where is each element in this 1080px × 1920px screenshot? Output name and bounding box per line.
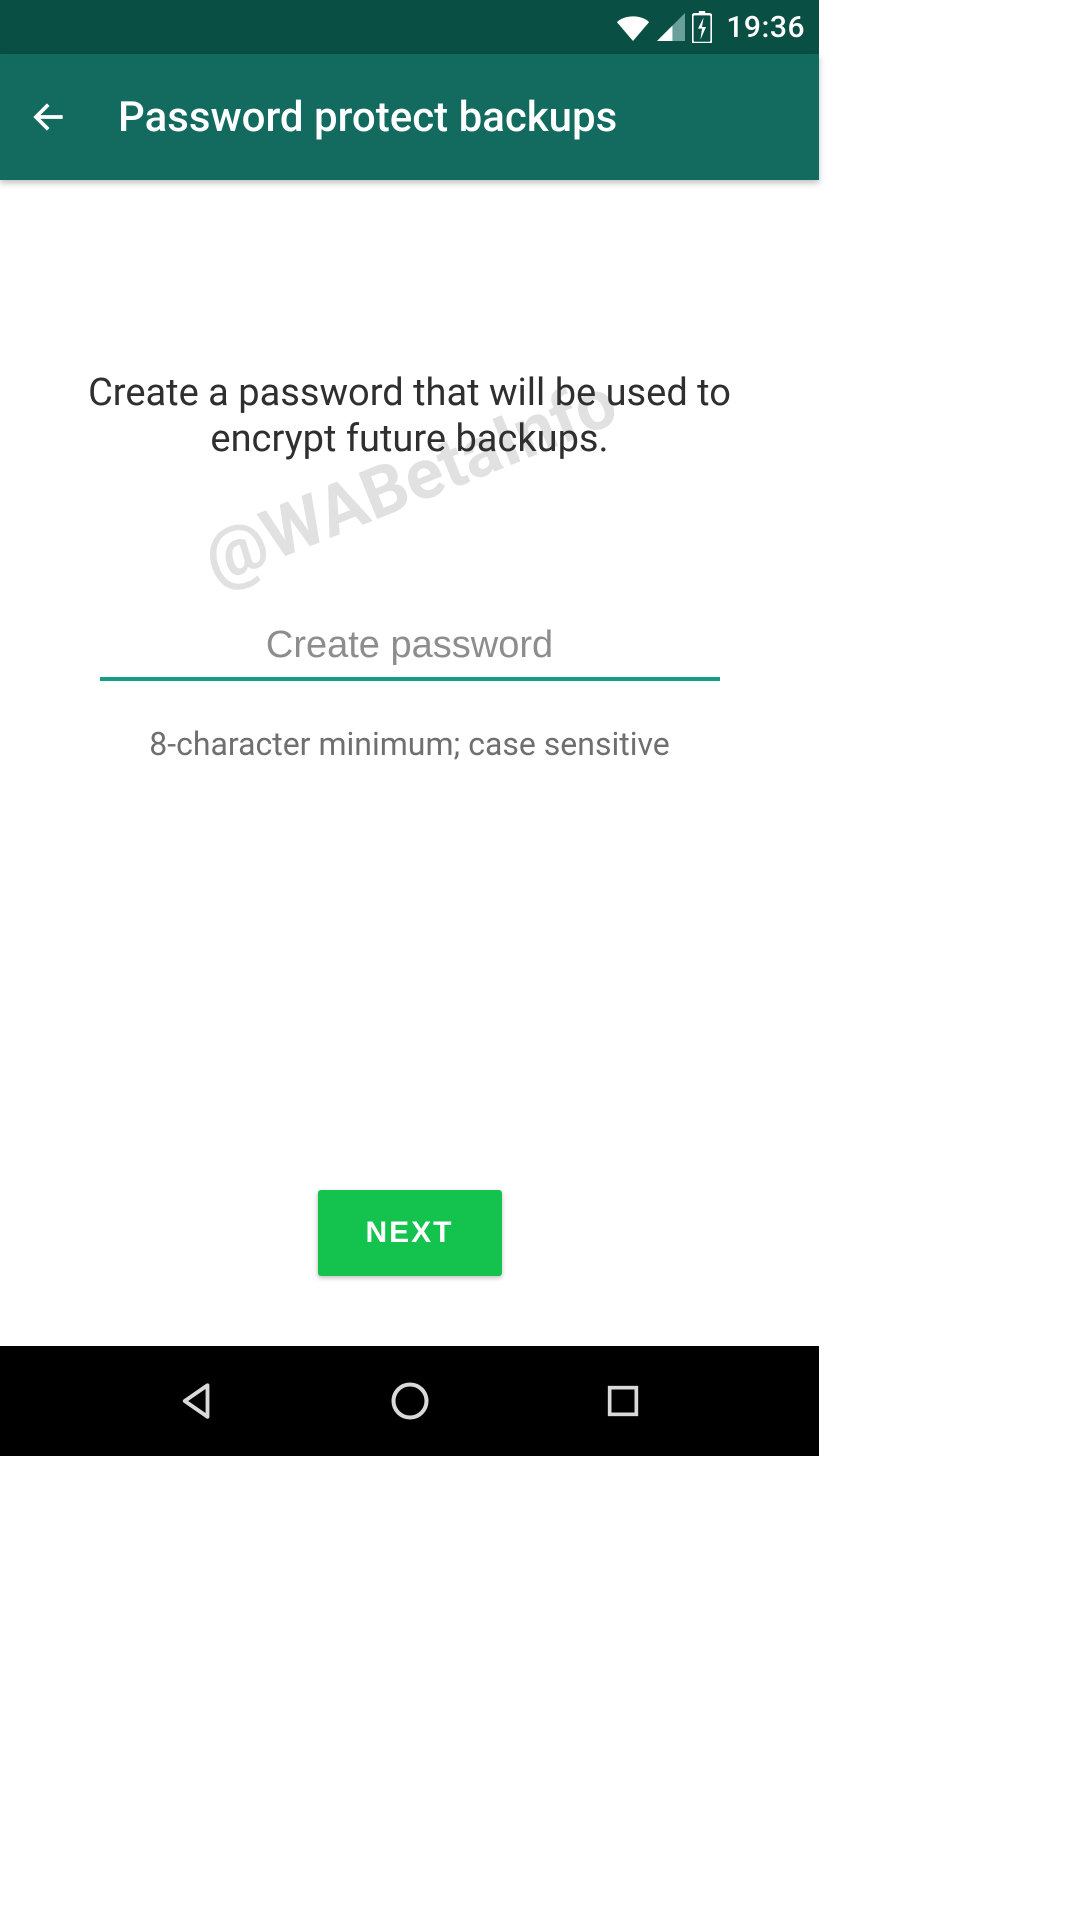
password-hint: 8-character minimum; case sensitive	[60, 725, 759, 763]
nav-back-button[interactable]	[167, 1371, 227, 1431]
description-text: Create a password that will be used to e…	[60, 370, 759, 463]
back-button[interactable]	[18, 87, 78, 147]
password-input[interactable]	[100, 618, 720, 681]
next-button[interactable]: NEXT	[317, 1190, 501, 1276]
nav-bar	[0, 1346, 819, 1456]
status-bar: 19:36	[0, 0, 819, 54]
nav-recents-button[interactable]	[593, 1371, 653, 1431]
triangle-back-icon	[176, 1380, 218, 1422]
status-clock: 19:36	[726, 10, 805, 45]
password-field-wrap	[100, 618, 720, 681]
nav-home-button[interactable]	[380, 1371, 440, 1431]
arrow-left-icon	[26, 95, 70, 139]
cell-signal-icon	[656, 13, 686, 41]
page-title: Password protect backups	[118, 93, 617, 142]
action-bar: Password protect backups	[0, 54, 819, 180]
square-recents-icon	[603, 1381, 643, 1421]
screen: 19:36 Password protect backups @WABetaIn…	[0, 0, 819, 1456]
battery-charging-icon	[692, 11, 712, 43]
wifi-icon	[616, 13, 650, 41]
content-area: @WABetaInfo Create a password that will …	[0, 180, 819, 1346]
circle-home-icon	[388, 1379, 432, 1423]
